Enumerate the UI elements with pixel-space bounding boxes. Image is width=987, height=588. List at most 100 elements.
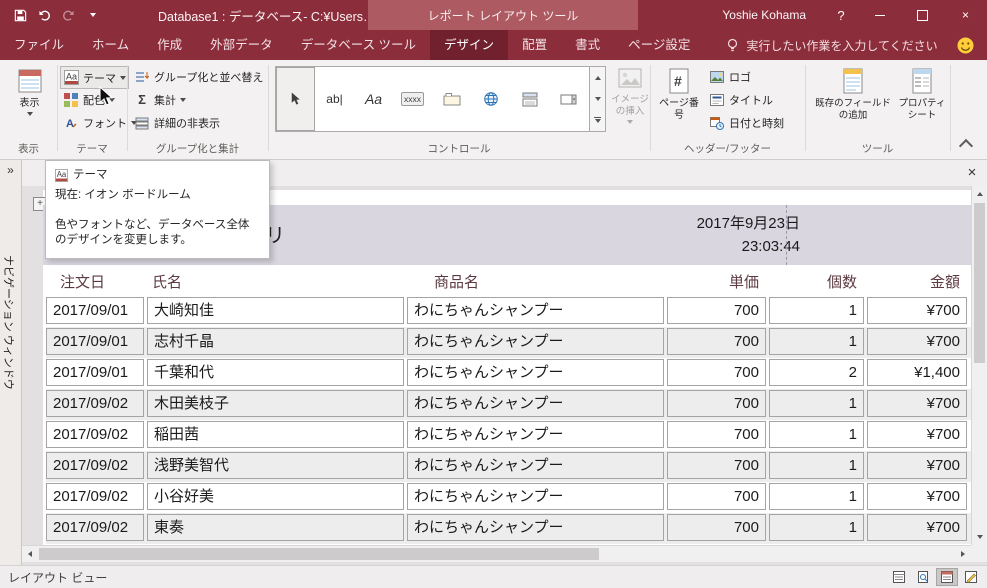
totals-button[interactable]: Σ 集計 xyxy=(131,89,189,110)
table-cell[interactable]: 2017/09/02 xyxy=(46,514,144,541)
tab-control-button[interactable] xyxy=(432,67,471,131)
table-cell[interactable]: 700 xyxy=(667,359,766,386)
table-cell[interactable]: ¥700 xyxy=(867,421,967,448)
logo-button[interactable]: ロゴ xyxy=(706,66,754,87)
select-pointer-button[interactable] xyxy=(276,67,315,131)
gallery-more-button[interactable] xyxy=(590,110,605,131)
report-time[interactable]: 23:03:44 xyxy=(742,238,800,255)
combobox-control-button[interactable] xyxy=(549,67,588,131)
table-cell[interactable]: わにちゃんシャンプー xyxy=(407,297,664,324)
table-cell[interactable]: 700 xyxy=(667,390,766,417)
themes-button[interactable]: Aa テーマ xyxy=(60,66,129,89)
scroll-down-button[interactable] xyxy=(972,529,987,545)
gallery-scroll-up-button[interactable] xyxy=(590,67,605,88)
horizontal-scroll-thumb[interactable] xyxy=(39,548,599,560)
table-cell[interactable]: 志村千晶 xyxy=(147,328,404,355)
qat-customize-button[interactable] xyxy=(82,4,103,26)
hyperlink-control-button[interactable] xyxy=(471,67,510,131)
table-cell[interactable]: わにちゃんシャンプー xyxy=(407,359,664,386)
table-cell[interactable]: 小谷好美 xyxy=(147,483,404,510)
expand-nav-pane-chevron[interactable]: » xyxy=(0,163,21,177)
column-header-name[interactable]: 氏名 xyxy=(147,268,404,296)
scroll-left-button[interactable] xyxy=(22,546,38,562)
table-cell[interactable]: 700 xyxy=(667,514,766,541)
table-cell[interactable]: ¥700 xyxy=(867,452,967,479)
table-cell[interactable]: わにちゃんシャンプー xyxy=(407,452,664,479)
table-cell[interactable]: 2017/09/02 xyxy=(46,390,144,417)
close-document-button[interactable]: × xyxy=(962,162,982,182)
vertical-scroll-thumb[interactable] xyxy=(974,203,985,363)
table-cell[interactable]: 1 xyxy=(769,297,864,324)
minimize-button[interactable] xyxy=(858,0,901,30)
table-cell[interactable]: ¥700 xyxy=(867,483,967,510)
table-cell[interactable]: 2017/09/01 xyxy=(46,328,144,355)
table-cell[interactable]: 1 xyxy=(769,390,864,417)
table-cell[interactable]: 2017/09/01 xyxy=(46,297,144,324)
tab-format[interactable]: 書式 xyxy=(561,30,614,60)
fonts-button[interactable]: A フォント xyxy=(60,112,140,133)
table-cell[interactable]: 1 xyxy=(769,514,864,541)
tab-external-data[interactable]: 外部データ xyxy=(196,30,287,60)
report-view-button[interactable] xyxy=(888,568,910,586)
redo-button[interactable] xyxy=(58,4,79,26)
table-cell[interactable]: ¥700 xyxy=(867,514,967,541)
table-cell[interactable]: ¥1,400 xyxy=(867,359,967,386)
table-cell[interactable]: 東奏 xyxy=(147,514,404,541)
subform-control-button[interactable] xyxy=(510,67,549,131)
layout-view-button[interactable] xyxy=(936,568,958,586)
table-cell[interactable]: 稲田茜 xyxy=(147,421,404,448)
table-cell[interactable]: わにちゃんシャンプー xyxy=(407,328,664,355)
close-button[interactable]: × xyxy=(944,0,987,30)
table-cell[interactable]: 700 xyxy=(667,483,766,510)
gallery-scroll-down-button[interactable] xyxy=(590,88,605,109)
group-sort-button[interactable]: グループ化と並べ替え xyxy=(131,66,266,87)
horizontal-scrollbar[interactable] xyxy=(22,545,971,562)
label-control-button[interactable]: Aa xyxy=(354,67,393,131)
vertical-scrollbar[interactable] xyxy=(971,186,987,545)
table-cell[interactable]: わにちゃんシャンプー xyxy=(407,483,664,510)
table-cell[interactable]: 大崎知佳 xyxy=(147,297,404,324)
table-cell[interactable]: 浅野美智代 xyxy=(147,452,404,479)
column-header-order-date[interactable]: 注文日 xyxy=(46,268,144,296)
column-header-unit-price[interactable]: 単価 xyxy=(667,268,766,296)
tab-design[interactable]: デザイン xyxy=(430,30,509,60)
table-cell[interactable]: 700 xyxy=(667,297,766,324)
account-name[interactable]: Yoshie Kohama xyxy=(722,8,806,22)
table-cell[interactable]: 1 xyxy=(769,483,864,510)
tab-create[interactable]: 作成 xyxy=(143,30,196,60)
table-cell[interactable]: ¥700 xyxy=(867,390,967,417)
table-cell[interactable]: わにちゃんシャンプー xyxy=(407,421,664,448)
table-cell[interactable]: ¥700 xyxy=(867,297,967,324)
button-control-button[interactable]: xxxx xyxy=(393,67,432,131)
print-preview-button[interactable] xyxy=(912,568,934,586)
table-cell[interactable]: 2017/09/02 xyxy=(46,483,144,510)
scroll-up-button[interactable] xyxy=(972,186,987,202)
column-header-amount[interactable]: 金額 xyxy=(867,268,967,296)
table-cell[interactable]: 1 xyxy=(769,421,864,448)
table-cell[interactable]: ¥700 xyxy=(867,328,967,355)
tab-file[interactable]: ファイル xyxy=(0,30,78,60)
collapse-ribbon-button[interactable] xyxy=(958,138,974,154)
scroll-right-button[interactable] xyxy=(955,546,971,562)
table-cell[interactable]: 2017/09/01 xyxy=(46,359,144,386)
tab-arrange[interactable]: 配置 xyxy=(508,30,561,60)
textbox-control-button[interactable]: ab| xyxy=(315,67,354,131)
report-date[interactable]: 2017年9月23日 xyxy=(697,212,800,233)
date-time-button[interactable]: 日付と時刻 xyxy=(706,112,787,133)
table-cell[interactable]: 木田美枝子 xyxy=(147,390,404,417)
help-button[interactable]: ? xyxy=(824,0,858,30)
table-cell[interactable]: 700 xyxy=(667,421,766,448)
feedback-button[interactable] xyxy=(957,30,974,60)
tab-page-setup[interactable]: ページ設定 xyxy=(614,30,704,60)
undo-button[interactable] xyxy=(34,4,55,26)
table-cell[interactable]: 千葉和代 xyxy=(147,359,404,386)
column-header-product[interactable]: 商品名 xyxy=(407,268,664,296)
colors-button[interactable]: 配色 xyxy=(60,89,118,110)
table-cell[interactable]: 1 xyxy=(769,328,864,355)
table-cell[interactable]: 2017/09/02 xyxy=(46,421,144,448)
tell-me-box[interactable]: 実行したい作業を入力してください xyxy=(726,30,938,60)
title-button[interactable]: タイトル xyxy=(706,89,776,110)
table-cell[interactable]: 1 xyxy=(769,452,864,479)
tab-home[interactable]: ホーム xyxy=(78,30,143,60)
table-cell[interactable]: わにちゃんシャンプー xyxy=(407,514,664,541)
